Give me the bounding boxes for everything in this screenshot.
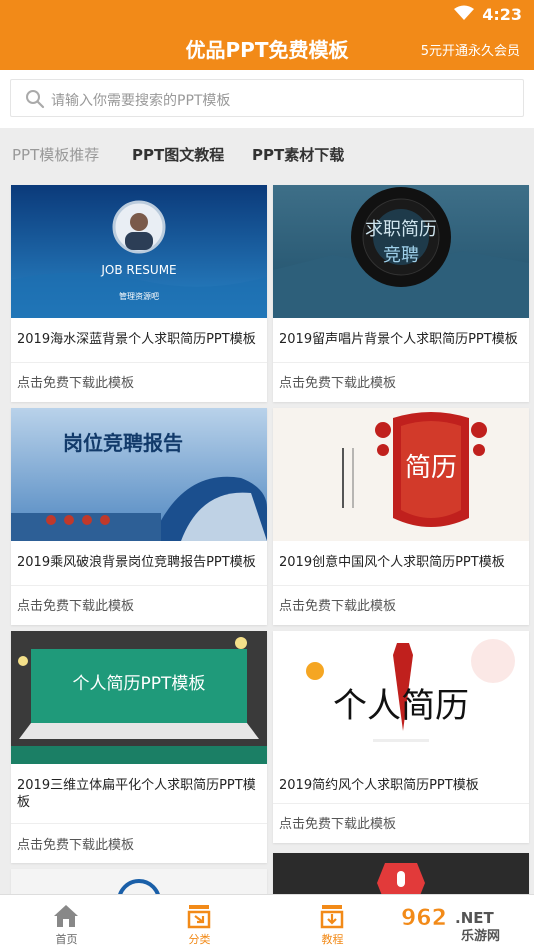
template-card[interactable]: 求职简历 竞聘 2019留声唱片背景个人求职简历PPT模板 点击免费下载此模板: [273, 185, 529, 402]
template-grid: JOB RESUME 管理资源吧 2019海水深蓝背景个人求职简历PPT模板 点…: [0, 178, 534, 894]
svg-text:.NET: .NET: [455, 909, 494, 927]
wifi-icon: [454, 5, 474, 20]
vip-link[interactable]: 5元开通永久会员: [421, 40, 520, 59]
template-thumbnail[interactable]: 简历: [273, 408, 529, 541]
download-link[interactable]: 点击免费下载此模板: [17, 834, 134, 853]
template-title[interactable]: 2019创意中国风个人求职简历PPT模板: [279, 554, 525, 571]
status-time: 4:23: [482, 5, 522, 24]
svg-text:乐游网: 乐游网: [461, 928, 500, 944]
download-link[interactable]: 点击免费下载此模板: [17, 372, 134, 391]
card-divider: [273, 803, 529, 804]
card-divider: [11, 823, 267, 824]
nav-label: 分类: [188, 933, 211, 946]
nav-label: 教程: [321, 933, 344, 946]
svg-text:个人简历: 个人简历: [333, 686, 469, 726]
category-tabs: PPT模板推荐 PPT图文教程 PPT素材下载: [0, 128, 534, 178]
template-title[interactable]: 2019留声唱片背景个人求职简历PPT模板: [279, 331, 525, 348]
download-link[interactable]: 点击免费下载此模板: [279, 372, 396, 391]
template-card[interactable]: 个人简历 2019简约风个人求职简历PPT模板 点击免费下载此模板: [273, 631, 529, 843]
svg-text:求职简历: 求职简历: [365, 219, 437, 240]
svg-text:岗位竞聘报告: 岗位竞聘报告: [63, 431, 183, 455]
app-header: 4:23 优品PPT免费模板 5元开通永久会员: [0, 0, 534, 70]
nav-category[interactable]: 分类: [133, 895, 266, 949]
nav-label: 首页: [55, 933, 78, 946]
template-card[interactable]: [273, 853, 529, 894]
template-title[interactable]: 2019三维立体扁平化个人求职简历PPT模板: [17, 777, 263, 811]
nav-home[interactable]: 首页: [0, 895, 133, 949]
template-title[interactable]: 2019乘风破浪背景岗位竞聘报告PPT模板: [17, 554, 263, 571]
svg-text:个人简历PPT模板: 个人简历PPT模板: [73, 674, 206, 694]
card-divider: [273, 362, 529, 363]
svg-text:JOB RESUME: JOB RESUME: [100, 263, 176, 277]
nav-tutorial[interactable]: 教程: [266, 895, 399, 949]
template-thumbnail[interactable]: [273, 853, 529, 894]
tab-ppt-templates[interactable]: PPT模板推荐: [12, 144, 99, 165]
watermark-logo: 962 .NET 乐游网: [395, 898, 531, 944]
template-title[interactable]: 2019简约风个人求职简历PPT模板: [279, 777, 525, 794]
tutorial-icon: [320, 905, 344, 929]
svg-text:竞聘: 竞聘: [383, 245, 419, 266]
search-icon: [26, 90, 45, 109]
template-thumbnail[interactable]: JOB RESUME 管理资源吧: [11, 185, 267, 318]
search-bar: 请输入你需要搜索的PPT模板: [0, 70, 534, 128]
template-thumbnail[interactable]: [11, 869, 267, 894]
search-input[interactable]: 请输入你需要搜索的PPT模板: [10, 79, 524, 117]
card-divider: [11, 362, 267, 363]
download-link[interactable]: 点击免费下载此模板: [279, 595, 396, 614]
card-divider: [273, 585, 529, 586]
template-card[interactable]: JOB RESUME 管理资源吧 2019海水深蓝背景个人求职简历PPT模板 点…: [11, 185, 267, 402]
tab-ppt-materials[interactable]: PPT素材下载: [252, 144, 344, 165]
template-card[interactable]: 个人简历PPT模板 2019三维立体扁平化个人求职简历PPT模板 点击免费下载此…: [11, 631, 267, 863]
template-thumbnail[interactable]: 个人简历: [273, 631, 529, 764]
template-thumbnail[interactable]: 个人简历PPT模板: [11, 631, 267, 764]
template-card[interactable]: 简历 2019创意中国风个人求职简历PPT模板 点击免费下载此模板: [273, 408, 529, 625]
card-divider: [11, 585, 267, 586]
home-icon: [54, 905, 78, 927]
template-thumbnail[interactable]: 求职简历 竞聘: [273, 185, 529, 318]
category-icon: [187, 905, 211, 929]
svg-text:简历: 简历: [405, 453, 457, 483]
template-title[interactable]: 2019海水深蓝背景个人求职简历PPT模板: [17, 331, 263, 348]
search-placeholder: 请输入你需要搜索的PPT模板: [51, 93, 231, 109]
download-link[interactable]: 点击免费下载此模板: [17, 595, 134, 614]
template-thumbnail[interactable]: 岗位竞聘报告: [11, 408, 267, 541]
svg-text:962: 962: [401, 906, 447, 931]
download-link[interactable]: 点击免费下载此模板: [279, 813, 396, 832]
template-card[interactable]: 岗位竞聘报告 2019乘风破浪背景岗位竞聘报告PPT模板 点击免费下载此模板: [11, 408, 267, 625]
template-card[interactable]: [11, 869, 267, 894]
svg-text:管理资源吧: 管理资源吧: [119, 291, 159, 301]
tab-ppt-tutorials[interactable]: PPT图文教程: [132, 144, 224, 165]
